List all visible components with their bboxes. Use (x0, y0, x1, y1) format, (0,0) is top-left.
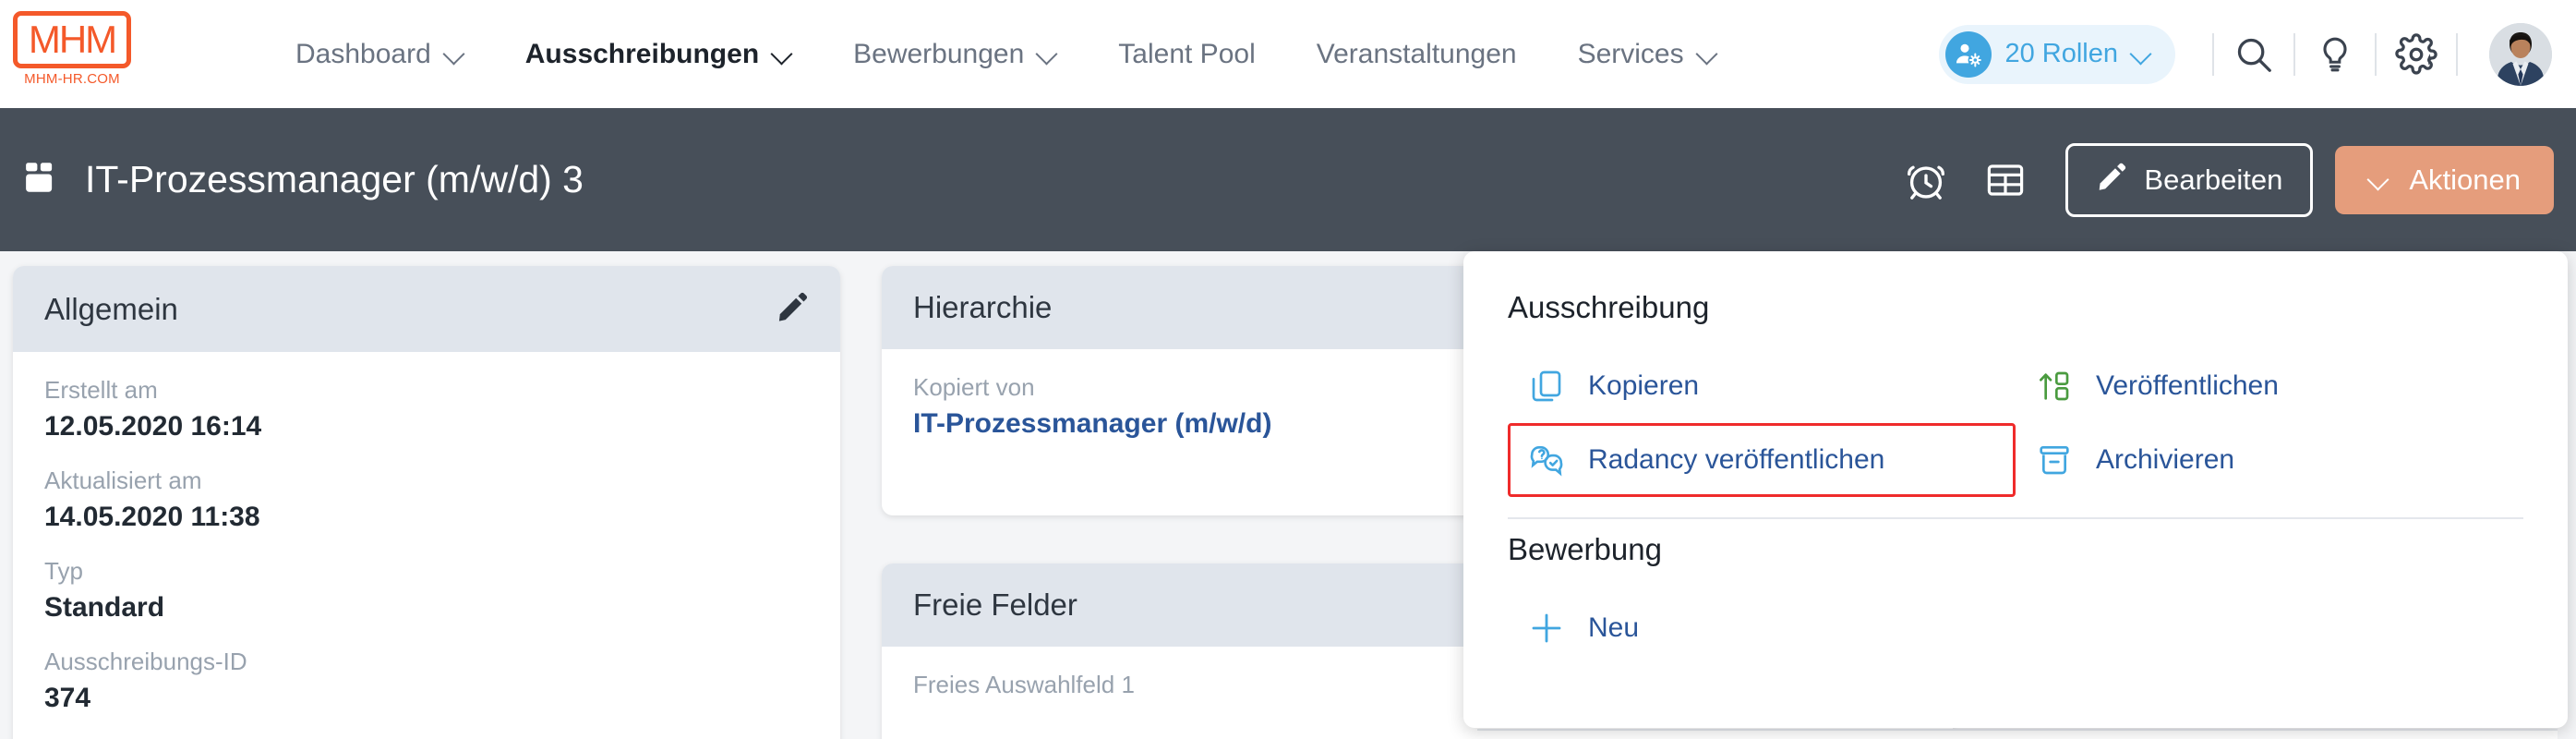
roles-label: 20 Rollen (2004, 39, 2118, 68)
nav-item-bewerbungen[interactable]: Bewerbungen (853, 39, 1057, 70)
title-left: IT-Prozessmanager (m/w/d) 3 (20, 158, 584, 201)
menu-item-archivieren[interactable]: Archivieren (2016, 423, 2523, 497)
nav-items: Dashboard Ausschreibungen Bewerbungen Ta… (295, 0, 1778, 108)
title-actions: Bearbeiten Aktionen (1886, 140, 2554, 220)
user-gear-icon (1945, 30, 1992, 78)
plus-icon (1527, 609, 1566, 648)
menu-item-veroeffentlichen[interactable]: Veröffentlichen (2016, 349, 2523, 423)
brand-logo[interactable]: MHM MHM-HR.COM (13, 11, 131, 87)
menu-item-radancy-veroeffentlichen[interactable]: Radancy veröffentlichen (1508, 423, 2016, 497)
briefcase-icon (20, 158, 59, 201)
pencil-icon[interactable] (776, 290, 809, 328)
menu-item-label: Radancy veröffentlichen (1588, 444, 1885, 475)
field-label: Aktualisiert am (44, 466, 202, 494)
nav-item-label: Bewerbungen (853, 38, 1025, 69)
nav-right-controls: 20 Rollen (1939, 0, 2552, 108)
field-aktualisiert-am: Aktualisiert am 14.05.2020 11:38 (44, 466, 809, 533)
dropdown-section-title-ausschreibung: Ausschreibung (1508, 290, 1710, 324)
menu-item-kopieren[interactable]: Kopieren (1508, 349, 2016, 423)
table-grid-icon[interactable] (1966, 140, 2045, 220)
top-navigation-bar: MHM MHM-HR.COM Dashboard Ausschreibungen… (0, 0, 2576, 108)
page-title-bar: IT-Prozessmanager (m/w/d) 3 Bearbeiten A… (0, 108, 2576, 251)
alarm-clock-icon[interactable] (1886, 140, 1966, 220)
search-icon[interactable] (2218, 18, 2290, 91)
card-title: Hierarchie (913, 290, 1053, 324)
card-body: Erstellt am 12.05.2020 16:14 Aktualisier… (13, 352, 840, 714)
field-ausschreibungs-id: Ausschreibungs-ID 374 (44, 648, 809, 714)
field-label: Typ (44, 557, 83, 585)
publish-upload-icon (2035, 367, 2074, 406)
nav-item-label: Ausschreibungen (524, 38, 760, 69)
nav-item-veranstaltungen[interactable]: Veranstaltungen (1317, 39, 1517, 70)
roles-selector[interactable]: 20 Rollen (1939, 24, 2175, 84)
app-root: MHM MHM-HR.COM Dashboard Ausschreibungen… (0, 0, 2576, 739)
card-allgemein: Allgemein Erstellt am 12.05.2020 16:14 A… (13, 266, 840, 739)
dropdown-section-title-bewerbung: Bewerbung (1508, 532, 1662, 566)
edit-button[interactable]: Bearbeiten (2065, 142, 2314, 217)
pencil-icon (2096, 161, 2127, 200)
menu-item-label: Archivieren (2096, 444, 2235, 475)
divider (2212, 32, 2214, 76)
card-header: Allgemein (13, 266, 840, 352)
menu-item-label: Kopieren (1588, 370, 1700, 401)
field-value: 14.05.2020 11:38 (44, 502, 260, 532)
page-title: IT-Prozessmanager (m/w/d) 3 (85, 158, 584, 200)
edit-button-label: Bearbeiten (2144, 163, 2283, 196)
chevron-down-icon (2131, 44, 2151, 65)
divider (2375, 32, 2377, 76)
chevron-down-icon (444, 44, 464, 65)
field-label: Ausschreibungs-ID (44, 648, 247, 675)
nav-item-label: Talent Pool (1118, 38, 1256, 69)
logo-mark: MHM (13, 11, 131, 68)
actions-dropdown-menu: Ausschreibung Kopieren Veröffentlichen R… (1463, 251, 2568, 728)
nav-item-ausschreibungen[interactable]: Ausschreibungen (525, 39, 792, 70)
nav-item-label: Services (1577, 38, 1684, 69)
logo-text: MHM (28, 18, 117, 61)
obscured-content-strip (1477, 729, 2558, 739)
card-title: Freie Felder (913, 588, 1077, 622)
actions-button[interactable]: Aktionen (2335, 145, 2554, 214)
menu-item-label: Neu (1588, 612, 1640, 643)
chevron-down-icon (1037, 44, 1057, 65)
nav-item-label: Dashboard (295, 38, 431, 69)
chevron-down-icon (1697, 44, 1717, 65)
field-label: Erstellt am (44, 376, 158, 404)
copy-icon (1527, 367, 1566, 406)
divider (2456, 32, 2458, 76)
nav-item-dashboard[interactable]: Dashboard (295, 39, 464, 70)
dropdown-divider (1508, 517, 2523, 519)
chevron-down-icon (2368, 170, 2389, 190)
chevron-down-icon (772, 44, 792, 65)
divider (2293, 32, 2295, 76)
nav-item-label: Veranstaltungen (1316, 38, 1517, 69)
field-value: 374 (44, 683, 91, 713)
nav-item-talent-pool[interactable]: Talent Pool (1118, 39, 1255, 70)
field-erstellt-am: Erstellt am 12.05.2020 16:14 (44, 376, 809, 442)
card-title: Allgemein (44, 291, 178, 326)
lightbulb-icon[interactable] (2299, 18, 2371, 91)
menu-item-neu[interactable]: Neu (1508, 591, 2016, 665)
archive-box-icon (2035, 441, 2074, 479)
field-value: Standard (44, 592, 165, 623)
user-avatar[interactable] (2489, 22, 2552, 86)
actions-button-label: Aktionen (2409, 163, 2521, 196)
dropdown-items-bewerbung: Neu (1508, 591, 2523, 665)
chat-bubbles-icon (1527, 441, 1566, 479)
gear-icon[interactable] (2380, 18, 2452, 91)
dropdown-items-ausschreibung: Kopieren Veröffentlichen Radancy veröffe… (1508, 349, 2523, 497)
field-typ: Typ Standard (44, 557, 809, 624)
nav-item-services[interactable]: Services (1578, 39, 1717, 70)
field-value: 12.05.2020 16:14 (44, 411, 262, 442)
logo-subtitle: MHM-HR.COM (24, 71, 120, 87)
menu-item-label: Veröffentlichen (2096, 370, 2279, 401)
